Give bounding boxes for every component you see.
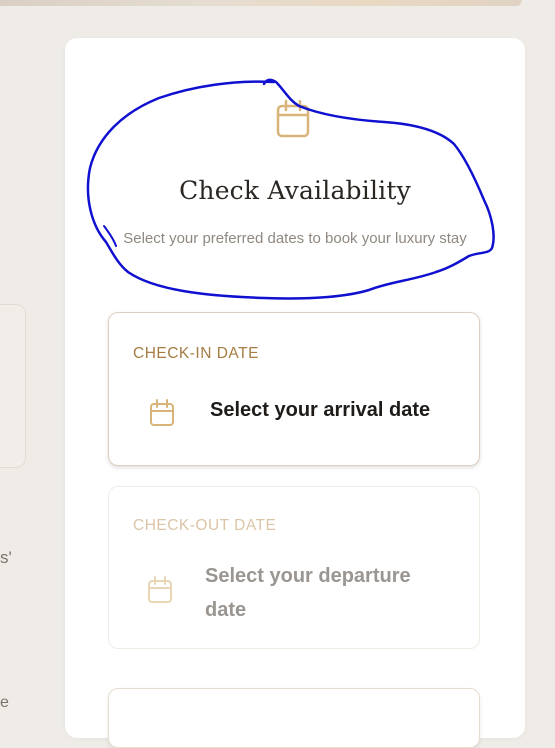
- check-in-date-field[interactable]: CHECK-IN DATE Select your arrival date: [108, 312, 480, 466]
- background-text-fragment: s': [0, 548, 12, 567]
- calendar-icon: [148, 576, 172, 603]
- check-in-value: Select your arrival date: [210, 399, 431, 421]
- guests-field[interactable]: [108, 688, 480, 748]
- background-text-fragment-2: e: [0, 694, 9, 711]
- check-out-value: Select your departure date: [205, 565, 411, 621]
- check-in-label: CHECK-IN DATE: [133, 345, 259, 362]
- page-title: Check Availability: [179, 176, 411, 205]
- page-subtitle: Select your preferred dates to book your…: [123, 230, 467, 247]
- calendar-icon: [276, 100, 310, 138]
- check-out-label: CHECK-OUT DATE: [133, 517, 277, 534]
- background-panel: [0, 304, 26, 468]
- hero-image-strip: [0, 0, 522, 6]
- calendar-icon: [150, 399, 174, 426]
- check-out-date-field[interactable]: CHECK-OUT DATE Select your departure dat…: [108, 486, 480, 649]
